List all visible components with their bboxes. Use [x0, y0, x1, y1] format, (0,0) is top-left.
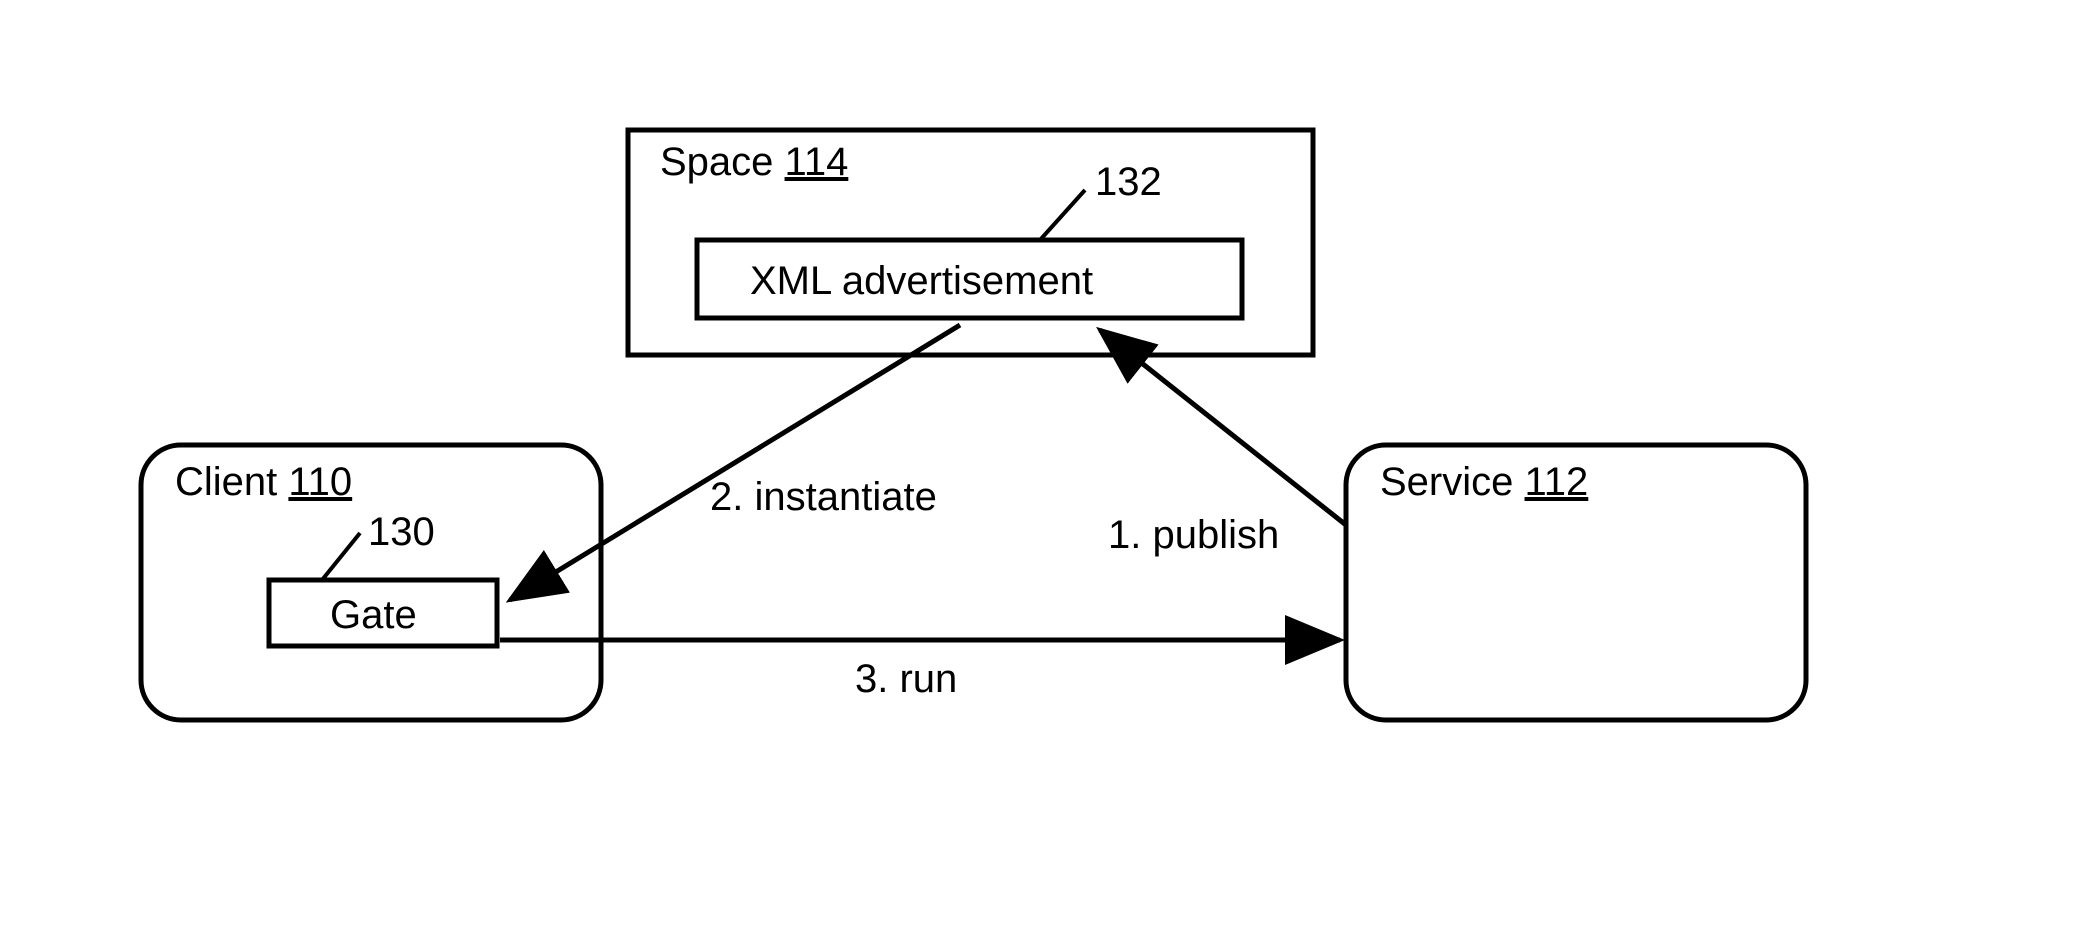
arrow-run: 3. run [500, 640, 1340, 701]
advert-ref: 132 [1095, 160, 1162, 204]
gate-ref: 130 [368, 510, 435, 554]
advert-leader-line [1040, 190, 1085, 240]
space-box: Space 114 XML advertisement 132 [628, 130, 1313, 355]
client-ref: 110 [288, 460, 352, 504]
arrow-instantiate: 2. instantiate [510, 325, 960, 600]
arrow-publish: 1. publish [1100, 330, 1346, 557]
service-ref: 112 [1525, 460, 1589, 504]
arrow-publish-label: 1. publish [1108, 513, 1279, 557]
client-box: Client 110 Gate 130 [141, 445, 601, 720]
space-ref: 114 [785, 140, 849, 184]
svg-text:Service 112: Service 112 [1380, 460, 1588, 504]
diagram-container: Space 114 XML advertisement 132 Client 1… [0, 0, 2090, 950]
xml-advertisement-label: XML advertisement [750, 259, 1093, 303]
svg-text:Space 114: Space 114 [660, 140, 848, 184]
arrow-instantiate-label: 2. instantiate [710, 475, 937, 519]
gate-leader-line [322, 533, 360, 580]
space-label: Space [660, 140, 773, 184]
service-label: Service [1380, 460, 1513, 504]
client-label: Client [175, 460, 277, 504]
arrow-run-label: 3. run [855, 657, 957, 701]
service-box: Service 112 [1346, 445, 1806, 720]
svg-text:Client 110: Client 110 [175, 460, 352, 504]
gate-label: Gate [330, 593, 417, 637]
